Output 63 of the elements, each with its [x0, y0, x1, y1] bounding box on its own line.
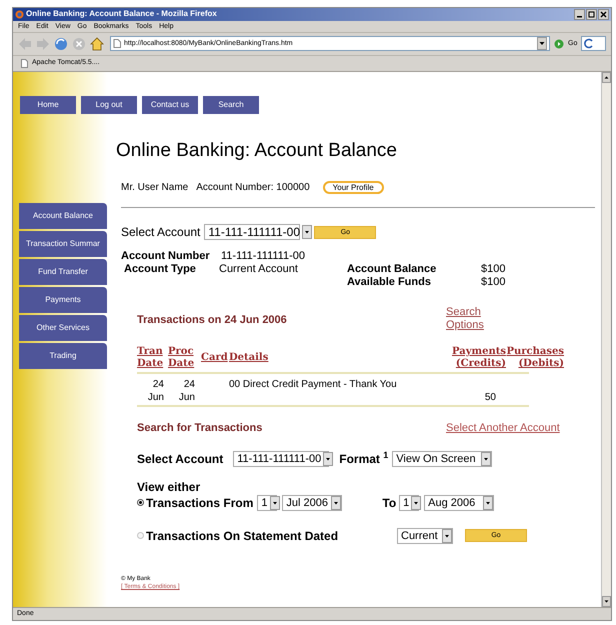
close-icon[interactable]: [598, 8, 609, 20]
field-label: Select Account: [137, 450, 224, 468]
account-number-value: 11-111-111111-00: [221, 250, 306, 264]
page-title: Online Banking: Account Balance: [116, 138, 398, 162]
select-another-account-link[interactable]: Select Another Account: [446, 420, 560, 437]
field-label: View either: [137, 480, 202, 494]
sidebar-button[interactable]: Transaction Summar: [19, 230, 107, 257]
column-header-link[interactable]: Proc Date: [168, 346, 201, 370]
format-select[interactable]: View On Screen: [392, 450, 492, 467]
sidebar-button[interactable]: Other Services: [19, 314, 107, 341]
radio-button[interactable]: [137, 499, 144, 506]
option-label: Transactions From: [146, 494, 254, 512]
user-name: Mr. User Name: [121, 181, 188, 196]
column-header-link[interactable]: Details: [229, 352, 446, 364]
search-options-link[interactable]: Search Options: [446, 306, 491, 332]
field-label: Select Account: [121, 224, 200, 242]
sidebar-button[interactable]: Trading: [19, 342, 107, 369]
field-label: To: [382, 494, 396, 512]
reload-icon[interactable]: [54, 36, 68, 51]
scroll-down-icon[interactable]: [602, 596, 611, 608]
minimize-icon[interactable]: [574, 8, 585, 20]
option-label: Transactions On Statement Dated: [146, 528, 340, 545]
table-cell-text: 50: [484, 391, 496, 404]
field-label: Account Number: [121, 250, 211, 264]
day-select[interactable]: 1: [257, 494, 278, 511]
month-select[interactable]: Aug 2006: [424, 494, 494, 511]
scroll-up-icon[interactable]: [602, 72, 611, 83]
nav-button[interactable]: Contact us: [142, 96, 198, 114]
table-cell-text: 00 Direct Credit Payment - Thank You: [229, 378, 398, 392]
balance-value: $100: [481, 263, 506, 276]
column-header-link[interactable]: Purchases (Debits): [506, 346, 564, 370]
column-header-link[interactable]: Payments (Credits): [446, 346, 506, 370]
window-title: Online Banking: Account Balance - Mozilla Firefox: [26, 10, 217, 18]
search-field[interactable]: [581, 36, 606, 52]
section-heading: Transactions on 24 Jun 2006: [137, 313, 288, 328]
sidebar-button[interactable]: Fund Transfer: [19, 258, 107, 285]
maximize-icon[interactable]: [586, 8, 597, 20]
field-label: Available Funds: [346, 276, 432, 290]
section-heading: Search for Transactions: [137, 421, 264, 436]
browser-logo-icon: [15, 10, 24, 19]
account-type-value: Current Account: [219, 263, 299, 276]
table-cell-text: 24 Jun: [178, 378, 196, 404]
month-select[interactable]: Jul 2006: [282, 494, 342, 511]
sidebar-button[interactable]: Payments: [19, 286, 107, 313]
nav-button[interactable]: Log out: [81, 96, 137, 114]
sidebar-button[interactable]: Account Balance: [19, 202, 107, 229]
home-icon[interactable]: [90, 36, 104, 51]
table-cell-text: 24 Jun: [146, 378, 165, 404]
account-number-text: Account Number: 100000: [196, 181, 310, 196]
statement-select[interactable]: Current: [397, 528, 453, 544]
column-header-link[interactable]: Tran Date: [137, 346, 168, 370]
page-icon: [113, 39, 121, 48]
page-icon: [21, 58, 28, 68]
field-label: Account Balance: [346, 263, 438, 276]
search-engine-icon: [584, 38, 594, 50]
column-header-link[interactable]: Card: [201, 352, 229, 364]
profile-button[interactable]: Your Profile: [322, 181, 384, 194]
nav-button[interactable]: Home: [20, 96, 76, 114]
day-select[interactable]: 1: [399, 494, 420, 511]
field-label: Account Type: [123, 263, 197, 276]
nav-button[interactable]: Search: [203, 96, 259, 114]
field-label: Format $^{1}$: [339, 450, 388, 468]
funds-value: $100: [481, 276, 506, 290]
